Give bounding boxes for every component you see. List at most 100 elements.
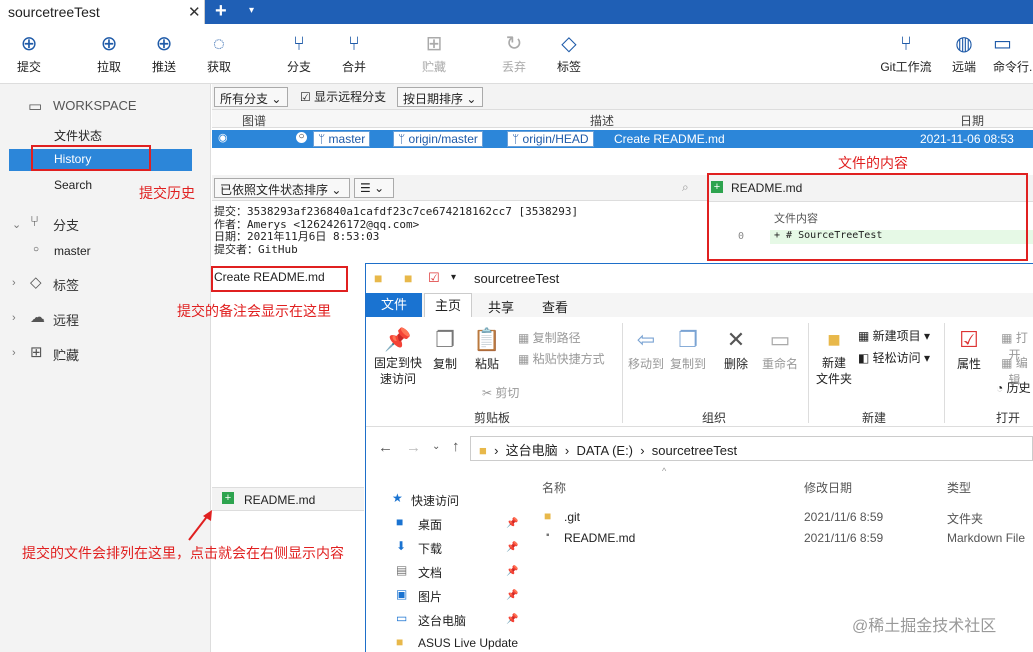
properties-button[interactable]: ☑ 属性: [952, 325, 986, 372]
move-to-button[interactable]: ⇦ 移动到: [626, 325, 666, 372]
paste-button[interactable]: 📋 粘贴: [470, 325, 504, 372]
desktop-icon: ■: [396, 515, 404, 529]
folder-icon: ■: [479, 443, 487, 458]
branch-tag-origin-head[interactable]: ᛘ origin/HEAD: [507, 131, 594, 147]
paste-shortcut-button[interactable]: ▦ 粘贴快捷方式: [518, 350, 605, 367]
gitflow-icon: ⑂: [900, 33, 912, 55]
cut-button[interactable]: ✂ 剪切: [482, 384, 519, 401]
copy-to-button[interactable]: ❐ 复制到: [668, 325, 708, 372]
branch-filter-select[interactable]: 所有分支 ⌄: [214, 87, 288, 107]
table-row[interactable]: ◉ ○ ᛘ master ᛘ origin/master ᛘ origin/HE…: [212, 130, 1033, 148]
folder-icon[interactable]: ■: [404, 270, 412, 286]
tab-file[interactable]: 文件: [366, 293, 422, 317]
list-item[interactable]: ▪ README.md 2021/11/6 8:59 Markdown File: [524, 529, 1033, 549]
search-icon[interactable]: ⌕: [682, 180, 689, 195]
branch-tag-master[interactable]: ᛘ master: [313, 131, 371, 147]
commit-node-icon: ◉: [218, 132, 228, 144]
new-folder-button[interactable]: ■ 新建 文件夹: [812, 325, 856, 387]
nav-this-pc[interactable]: 这台电脑: [418, 612, 466, 629]
delete-icon: ✕: [726, 327, 746, 352]
breadcrumb-folder[interactable]: sourcetreeTest: [652, 443, 737, 458]
sidebar-item-search[interactable]: Search: [54, 178, 92, 192]
file-modified: 2021/11/6 8:59: [804, 510, 884, 524]
merge-button[interactable]: ⑂ 合并: [329, 32, 379, 75]
column-type[interactable]: 类型: [947, 479, 971, 496]
commit-info: 提交：3538293af236840a1cafdf23c7ce674218162…: [214, 205, 578, 256]
column-modified[interactable]: 修改日期: [804, 479, 852, 496]
nav-downloads[interactable]: 下载: [418, 540, 442, 557]
up-icon[interactable]: ↑: [452, 438, 460, 455]
stash-button[interactable]: ⊞ 贮藏: [409, 32, 459, 75]
discard-button[interactable]: ↻ 丢弃: [489, 32, 539, 75]
tab-share[interactable]: 共享: [488, 297, 514, 316]
pin-quick-access-button[interactable]: 📌 固定到快 速访问: [372, 325, 424, 387]
branch-button[interactable]: ⑂ 分支: [274, 32, 324, 75]
tag-button[interactable]: ◇ 标签: [544, 32, 594, 75]
chevron-down-icon[interactable]: ⌄: [12, 218, 21, 231]
column-name[interactable]: 名称: [542, 479, 566, 496]
address-bar[interactable]: ■ › 这台电脑 › DATA (E:) › sourcetreeTest: [470, 436, 1033, 461]
nav-asus-live-update[interactable]: ASUS Live Update: [418, 636, 518, 650]
file-sort-select[interactable]: 已依照文件状态排序 ⌄: [214, 178, 350, 198]
remote-button[interactable]: ◍ 远端: [939, 32, 989, 75]
new-item-button[interactable]: ▦ 新建项目 ▾: [858, 327, 930, 344]
folder-icon: ■: [374, 270, 383, 286]
branch-tag-origin-master[interactable]: ᛘ origin/master: [393, 131, 483, 147]
column-date[interactable]: 日期: [960, 112, 984, 129]
chevron-down-icon[interactable]: ▾: [451, 272, 456, 283]
tab-view[interactable]: 查看: [542, 297, 568, 316]
file-list: + README.md: [212, 487, 364, 511]
tab-home[interactable]: 主页: [424, 293, 472, 317]
view-mode-select[interactable]: ☰ ⌄: [354, 178, 394, 198]
cloud-icon: ☁: [30, 309, 45, 326]
breadcrumb-drive[interactable]: DATA (E:): [576, 443, 633, 458]
gitflow-button[interactable]: ⑂ Git工作流: [876, 32, 936, 75]
nav-documents[interactable]: 文档: [418, 564, 442, 581]
pin-icon: 📌: [506, 518, 519, 529]
commit-button[interactable]: ⊕ 提交: [4, 32, 54, 75]
close-icon[interactable]: ✕: [188, 3, 201, 21]
rename-button[interactable]: ▭ 重命名: [760, 325, 800, 372]
ribbon-tabs: 文件 主页 共享 查看: [366, 293, 1033, 317]
sidebar-item-file-status[interactable]: 文件状态: [54, 127, 102, 144]
list-item[interactable]: ■ .git 2021/11/6 8:59 文件夹: [524, 508, 1033, 528]
column-graph[interactable]: 图谱: [242, 112, 266, 129]
delete-button[interactable]: ✕ 删除: [718, 325, 754, 372]
properties-icon[interactable]: ☑: [428, 270, 440, 286]
sidebar-item-tags[interactable]: 标签: [53, 275, 79, 294]
pull-button[interactable]: ⊕ 拉取: [84, 32, 134, 75]
history-button[interactable]: ◔ 历史: [996, 379, 1031, 396]
chevron-right-icon[interactable]: ›: [12, 312, 16, 324]
sort-select[interactable]: 按日期排序 ⌄: [397, 87, 483, 107]
toolbar: ⊕ 提交 ⊕ 拉取 ⊕ 推送 ◌ 获取 ⑂ 分支 ⑂ 合并 ⊞ 贮藏 ↻ 丢弃 ◇ 标签 ⑂ Git…: [0, 24, 1033, 84]
nav-desktop[interactable]: 桌面: [418, 516, 442, 533]
copy-button[interactable]: ❐ 复制: [428, 325, 462, 372]
back-icon[interactable]: ←: [378, 439, 393, 456]
file-list-item[interactable]: README.md: [244, 493, 315, 507]
nav-quick-access[interactable]: 快速访问: [411, 492, 459, 509]
chevron-down-icon[interactable]: ▾: [249, 5, 254, 16]
fetch-icon: ◌: [213, 33, 225, 55]
easy-access-button[interactable]: ◧ 轻松访问 ▾: [858, 349, 930, 366]
sidebar-item-branches[interactable]: 分支: [53, 215, 79, 234]
sidebar-item-stashes[interactable]: 贮藏: [53, 345, 79, 364]
sidebar-item-remotes[interactable]: 远程: [53, 310, 79, 329]
chevron-right-icon[interactable]: ›: [12, 347, 16, 359]
fetch-button[interactable]: ◌ 获取: [194, 32, 244, 75]
sidebar-item-master[interactable]: master: [54, 244, 91, 258]
copy-path-button[interactable]: ▦ 复制路径: [518, 329, 581, 346]
navigation-pane: ★ 快速访问 ■ 桌面 📌 ⬇ 下载 📌 ▤ 文档 📌 ▣ 图片 📌 ▭ 这台电…: [366, 471, 524, 652]
chevron-right-icon[interactable]: ›: [12, 277, 16, 289]
stash-icon: ⊞: [425, 33, 443, 55]
date-line: 日期：2021年11月6日 8:53:03: [214, 230, 380, 243]
forward-icon[interactable]: →: [406, 439, 421, 456]
terminal-button[interactable]: ▭命令行...: [993, 32, 1033, 75]
chevron-down-icon[interactable]: ⌄: [432, 441, 440, 452]
breadcrumb-this-pc[interactable]: 这台电脑: [506, 443, 558, 458]
add-tab-icon[interactable]: +: [215, 0, 227, 23]
checkbox-show-remote[interactable]: ☑ 显示远程分支: [300, 88, 386, 105]
nav-pictures[interactable]: 图片: [418, 588, 442, 605]
column-description[interactable]: 描述: [590, 112, 614, 129]
tab-sourcetree-test[interactable]: sourcetreeTest ✕: [0, 0, 205, 24]
push-button[interactable]: ⊕ 推送: [139, 32, 189, 75]
